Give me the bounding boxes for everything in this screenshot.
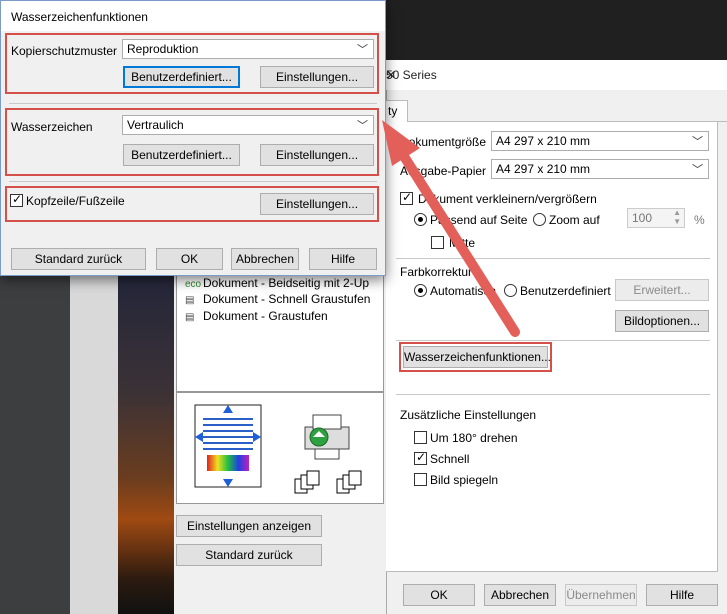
- document-size-value: A4 297 x 210 mm: [496, 134, 591, 148]
- document-icon: ▤: [185, 312, 195, 323]
- image-options-button[interactable]: Bildoptionen...: [615, 310, 709, 332]
- highlight-watermark: [5, 108, 379, 176]
- divider: [396, 258, 710, 259]
- reduce-enlarge-checkbox[interactable]: [400, 190, 413, 205]
- tab-more[interactable]: ty: [386, 100, 408, 122]
- printer-dialog-titlebar: 50 Series ✕: [386, 60, 727, 90]
- eco-icon: eco: [185, 279, 202, 290]
- mirror-checkbox[interactable]: [414, 473, 427, 486]
- center-checkbox[interactable]: [431, 236, 444, 249]
- popup-ok-button[interactable]: OK: [156, 248, 223, 270]
- ok-button[interactable]: OK: [403, 584, 475, 606]
- print-preview: [176, 392, 384, 504]
- divider: [9, 181, 377, 182]
- cancel-button[interactable]: Abbrechen: [484, 584, 556, 606]
- color-auto-label: Automatisch: [430, 284, 497, 298]
- printer-icon: [304, 414, 350, 460]
- rotate-label: Um 180° drehen: [430, 431, 518, 445]
- chevron-down-icon: ﹀: [692, 164, 703, 176]
- divider: [396, 394, 710, 395]
- document-icon: ▤: [185, 295, 195, 306]
- wallpaper-photo: [118, 276, 174, 614]
- zoom-value: 100: [632, 211, 653, 225]
- reset-defaults-button[interactable]: Standard zurück: [176, 544, 322, 566]
- zoom-label: Zoom auf: [549, 213, 600, 227]
- advanced-button[interactable]: Erweitert...: [615, 279, 709, 301]
- apply-button[interactable]: Übernehmen: [565, 584, 637, 606]
- list-item[interactable]: eco Dokument - Beidseitig mit 2-Up: [185, 276, 369, 290]
- color-auto-radio[interactable]: [414, 284, 427, 297]
- list-item-label: Dokument - Schnell Graustufen: [203, 292, 371, 306]
- fit-page-radio[interactable]: [414, 213, 427, 226]
- color-custom-label: Benutzerdefiniert: [520, 284, 611, 298]
- divider: [9, 103, 377, 104]
- preset-list[interactable]: eco Dokument - Beidseitig mit 2-Up ▤ Dokum…: [176, 276, 384, 392]
- background-window-strip: [70, 276, 118, 614]
- list-item[interactable]: ▤ Dokument - Graustufen: [185, 309, 328, 323]
- close-icon[interactable]: ✕: [386, 68, 715, 82]
- list-item-label: Dokument - Graustufen: [203, 309, 328, 323]
- zoom-unit: %: [694, 213, 705, 227]
- popup-help-button[interactable]: Hilfe: [309, 248, 377, 270]
- center-label: Mitte: [449, 236, 476, 250]
- output-paper-label: Ausgabe-Papier: [400, 164, 487, 178]
- output-paper-value: A4 297 x 210 mm: [496, 162, 591, 176]
- popup-cancel-button[interactable]: Abbrechen: [231, 248, 299, 270]
- fit-page-label: Passend auf Seite: [430, 213, 528, 227]
- document-size-select[interactable]: A4 297 x 210 mm ﹀: [491, 131, 709, 151]
- zoom-stepper[interactable]: 100 ▲ ▼: [627, 208, 685, 228]
- mirror-label: Bild spiegeln: [430, 473, 499, 487]
- fast-label: Schnell: [430, 452, 470, 466]
- preview-illustration: [194, 404, 362, 494]
- highlight-copy-protection: [5, 33, 379, 94]
- highlight-header-footer: [5, 186, 379, 222]
- reduce-enlarge-label: Dokument verkleinern/vergrößern: [418, 192, 597, 206]
- list-item[interactable]: ▤ Dokument - Schnell Graustufen: [185, 292, 370, 306]
- document-size-label: Dokumentgröße: [400, 135, 487, 149]
- additional-settings-label: Zusätzliche Einstellungen: [400, 408, 537, 422]
- watermark-functions-dialog: Wasserzeichenfunktionen Kopierschutzmust…: [0, 0, 386, 276]
- divider: [396, 340, 710, 341]
- tab-bar: ty: [386, 100, 727, 122]
- rotate-checkbox[interactable]: [414, 431, 427, 444]
- list-item-label: Dokument - Beidseitig mit 2-Up: [203, 276, 370, 290]
- highlight-watermark-button: [399, 342, 552, 372]
- stepper-arrows-icon: ▲ ▼: [673, 208, 681, 226]
- chevron-down-icon: ﹀: [692, 136, 703, 148]
- output-paper-select[interactable]: A4 297 x 210 mm ﹀: [491, 159, 709, 179]
- fast-checkbox[interactable]: [414, 450, 427, 465]
- popup-reset-button[interactable]: Standard zurück: [11, 248, 146, 270]
- popup-title: Wasserzeichenfunktionen: [1, 1, 385, 31]
- color-correction-label: Farbkorrektur: [400, 265, 473, 279]
- show-settings-button[interactable]: Einstellungen anzeigen: [176, 515, 322, 537]
- color-custom-radio[interactable]: [504, 284, 517, 297]
- help-button[interactable]: Hilfe: [646, 584, 718, 606]
- zoom-radio[interactable]: [533, 213, 546, 226]
